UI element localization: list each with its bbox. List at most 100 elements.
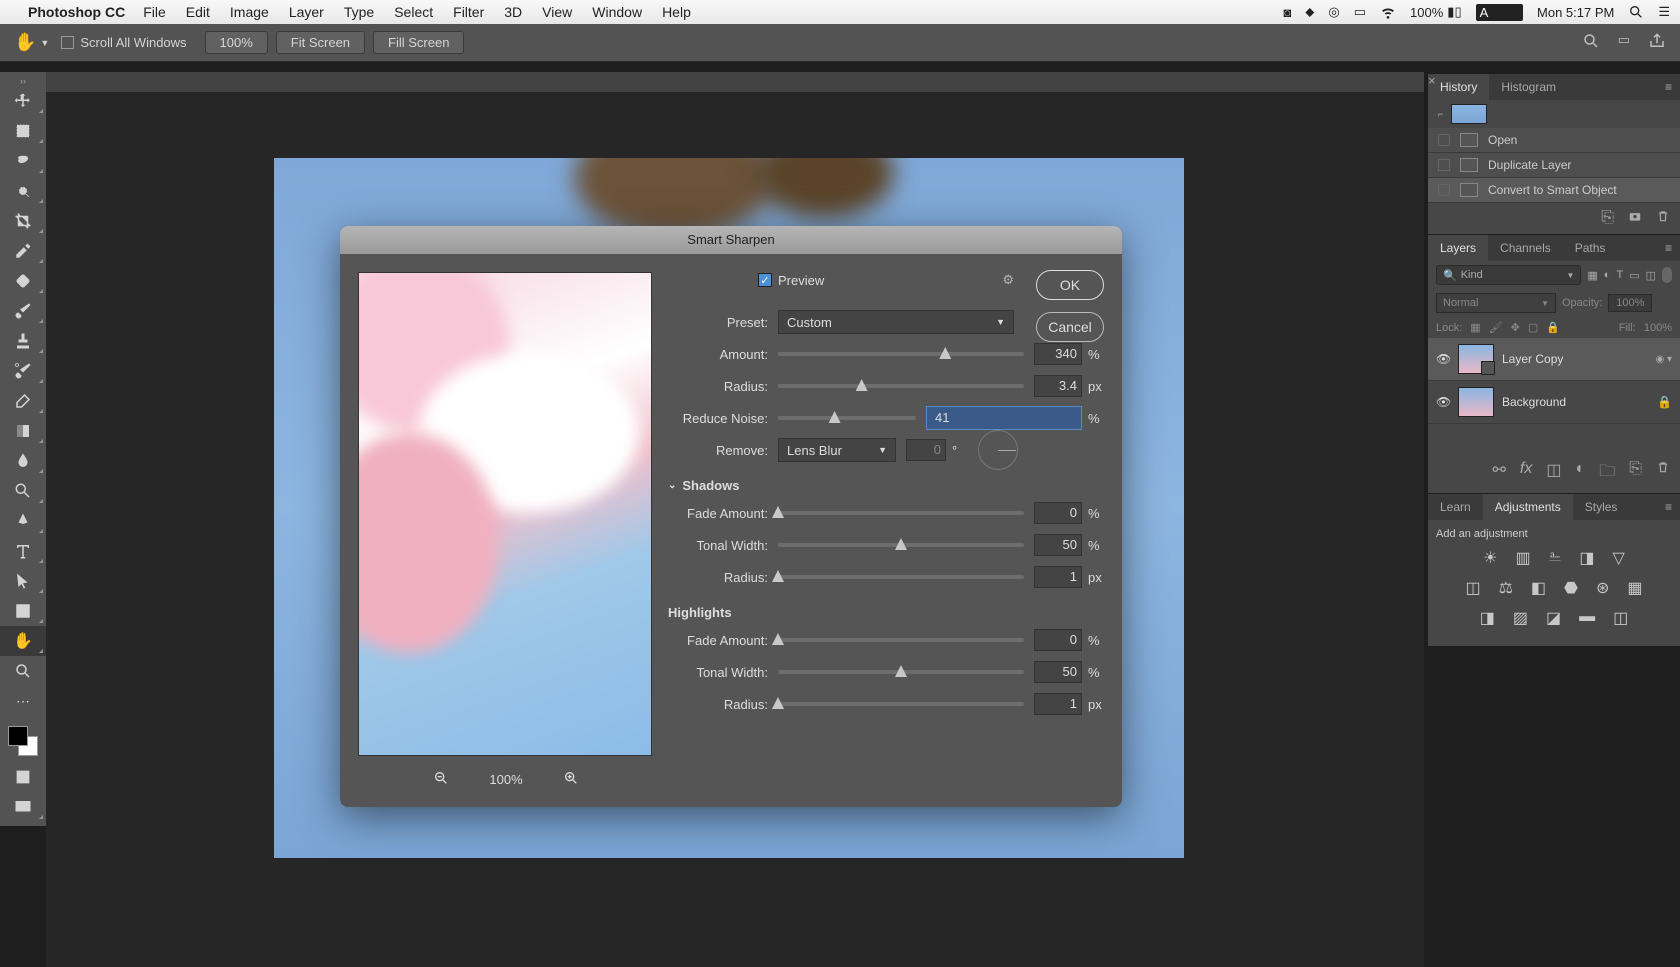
quick-select-tool[interactable] <box>0 176 46 206</box>
type-tool[interactable] <box>0 536 46 566</box>
menu-window[interactable]: Window <box>592 4 642 20</box>
cancel-button[interactable]: Cancel <box>1036 312 1104 342</box>
tab-histogram[interactable]: Histogram <box>1489 74 1568 100</box>
history-item-open[interactable]: Open <box>1428 128 1680 153</box>
panel-menu-icon[interactable]: ≡ <box>1657 74 1680 100</box>
layer-filter-select[interactable]: 🔍Kind▼ <box>1436 265 1581 285</box>
s-tonal-slider[interactable] <box>778 543 1024 547</box>
layer-thumb[interactable] <box>1458 387 1494 417</box>
menu-3d[interactable]: 3D <box>504 4 522 20</box>
shape-tool[interactable] <box>0 596 46 626</box>
filter-toggle[interactable] <box>1662 267 1672 283</box>
panel-menu-icon[interactable]: ≡ <box>1657 235 1680 261</box>
s-fade-input[interactable]: 0 <box>1034 502 1082 524</box>
lock-trans-icon[interactable]: ▦ <box>1470 321 1480 334</box>
share-icon[interactable] <box>1648 32 1666 53</box>
crop-tool[interactable] <box>0 206 46 236</box>
history-brush-tool[interactable] <box>0 356 46 386</box>
radius-slider[interactable] <box>778 384 1024 388</box>
lock-artboard-icon[interactable]: ▢ <box>1528 321 1538 334</box>
threshold-icon[interactable]: ◪ <box>1546 608 1561 628</box>
delete-layer-icon[interactable] <box>1656 460 1670 487</box>
bw-icon[interactable]: ◧ <box>1531 578 1546 598</box>
adjustment-layer-icon[interactable]: ◐ <box>1576 460 1586 487</box>
color-balance-icon[interactable]: ⚖ <box>1499 578 1513 598</box>
amount-slider[interactable] <box>778 352 1024 356</box>
noise-slider[interactable] <box>778 416 916 420</box>
curves-icon[interactable]: ⎁ <box>1549 548 1562 568</box>
filter-type-icon[interactable]: T <box>1616 269 1623 281</box>
menu-view[interactable]: View <box>542 4 572 20</box>
filter-shape-icon[interactable]: ▭ <box>1629 269 1639 282</box>
lock-pixels-icon[interactable]: 🖌 <box>1489 321 1503 334</box>
new-layer-icon[interactable]: ⎘ <box>1629 460 1642 487</box>
amount-input[interactable]: 340 <box>1034 343 1082 365</box>
photo-filter-icon[interactable]: ⬣ <box>1564 578 1578 598</box>
h-tonal-input[interactable]: 50 <box>1034 661 1082 683</box>
menu-file[interactable]: File <box>143 4 166 20</box>
menulet-icon[interactable]: ◙ <box>1283 5 1291 20</box>
tab-styles[interactable]: Styles <box>1573 494 1630 520</box>
preset-select[interactable]: Custom▼ <box>778 310 1014 334</box>
ok-button[interactable]: OK <box>1036 270 1104 300</box>
opacity-input[interactable]: 100% <box>1608 294 1652 312</box>
wifi-icon[interactable] <box>1380 4 1396 20</box>
menu-layer[interactable]: Layer <box>289 4 324 20</box>
tab-adjustments[interactable]: Adjustments <box>1483 494 1573 520</box>
angle-dial[interactable] <box>978 430 1018 470</box>
hue-icon[interactable]: ◫ <box>1465 578 1480 598</box>
dodge-tool[interactable] <box>0 476 46 506</box>
menu-edit[interactable]: Edit <box>186 4 210 20</box>
snapshot-icon[interactable] <box>1628 209 1642 228</box>
tab-channels[interactable]: Channels <box>1488 235 1563 261</box>
dialog-preview-image[interactable] <box>358 272 652 756</box>
healing-tool[interactable] <box>0 266 46 296</box>
vibrance-icon[interactable]: ▽ <box>1613 548 1625 568</box>
shadows-header[interactable]: ⌄Shadows <box>668 478 1104 493</box>
s-radius-input[interactable]: 1 <box>1034 566 1082 588</box>
fill-screen-button[interactable]: Fill Screen <box>373 31 464 54</box>
visibility-icon[interactable]: 👁 <box>1436 395 1450 409</box>
zoom-out-icon[interactable] <box>433 770 449 789</box>
visibility-icon[interactable]: 👁 <box>1436 352 1450 366</box>
channel-mixer-icon[interactable]: ⊛ <box>1596 578 1609 598</box>
new-doc-from-state-icon[interactable]: ⎘ <box>1601 209 1614 228</box>
color-swatches[interactable] <box>0 720 46 762</box>
hand-tool[interactable]: ✋ <box>0 626 46 656</box>
tab-paths[interactable]: Paths <box>1563 235 1618 261</box>
quickmask-tool[interactable] <box>0 762 46 792</box>
airplay-icon[interactable]: ▭ <box>1354 4 1366 20</box>
lasso-tool[interactable] <box>0 146 46 176</box>
eyedropper-tool[interactable] <box>0 236 46 266</box>
history-item-duplicate[interactable]: Duplicate Layer <box>1428 153 1680 178</box>
panel-close-icon[interactable]: × <box>1424 73 1440 88</box>
brightness-icon[interactable]: ☀ <box>1483 548 1497 568</box>
move-tool[interactable] <box>0 86 46 116</box>
tab-learn[interactable]: Learn <box>1428 494 1483 520</box>
s-radius-slider[interactable] <box>778 575 1024 579</box>
blur-tool[interactable] <box>0 446 46 476</box>
zoom-tool[interactable] <box>0 656 46 686</box>
battery-status[interactable]: 100% ▮▯ <box>1410 4 1462 20</box>
delete-state-icon[interactable] <box>1656 209 1670 228</box>
menu-help[interactable]: Help <box>662 4 691 20</box>
fit-screen-button[interactable]: Fit Screen <box>276 31 365 54</box>
spotlight-icon[interactable] <box>1628 4 1644 20</box>
tab-layers[interactable]: Layers <box>1428 235 1488 261</box>
layer-item-copy[interactable]: 👁 Layer Copy ◉ ▾ <box>1428 338 1680 381</box>
s-tonal-input[interactable]: 50 <box>1034 534 1082 556</box>
fill-input[interactable]: 100% <box>1644 322 1672 334</box>
input-source[interactable]: A ABC <box>1476 4 1523 21</box>
link-layers-icon[interactable]: ⚯ <box>1493 460 1506 487</box>
lock-all-icon[interactable]: 🔒 <box>1546 321 1560 334</box>
posterize-icon[interactable]: ▨ <box>1513 608 1528 628</box>
screenmode-tool[interactable] <box>0 792 46 822</box>
brush-tool[interactable] <box>0 296 46 326</box>
layer-name[interactable]: Background <box>1502 395 1566 409</box>
filter-smart-icon[interactable]: ◫ <box>1646 269 1656 282</box>
gradient-tool[interactable] <box>0 416 46 446</box>
h-fade-slider[interactable] <box>778 638 1024 642</box>
search-icon[interactable] <box>1582 32 1600 53</box>
remove-select[interactable]: Lens Blur▼ <box>778 438 896 462</box>
radius-input[interactable]: 3.4 <box>1034 375 1082 397</box>
